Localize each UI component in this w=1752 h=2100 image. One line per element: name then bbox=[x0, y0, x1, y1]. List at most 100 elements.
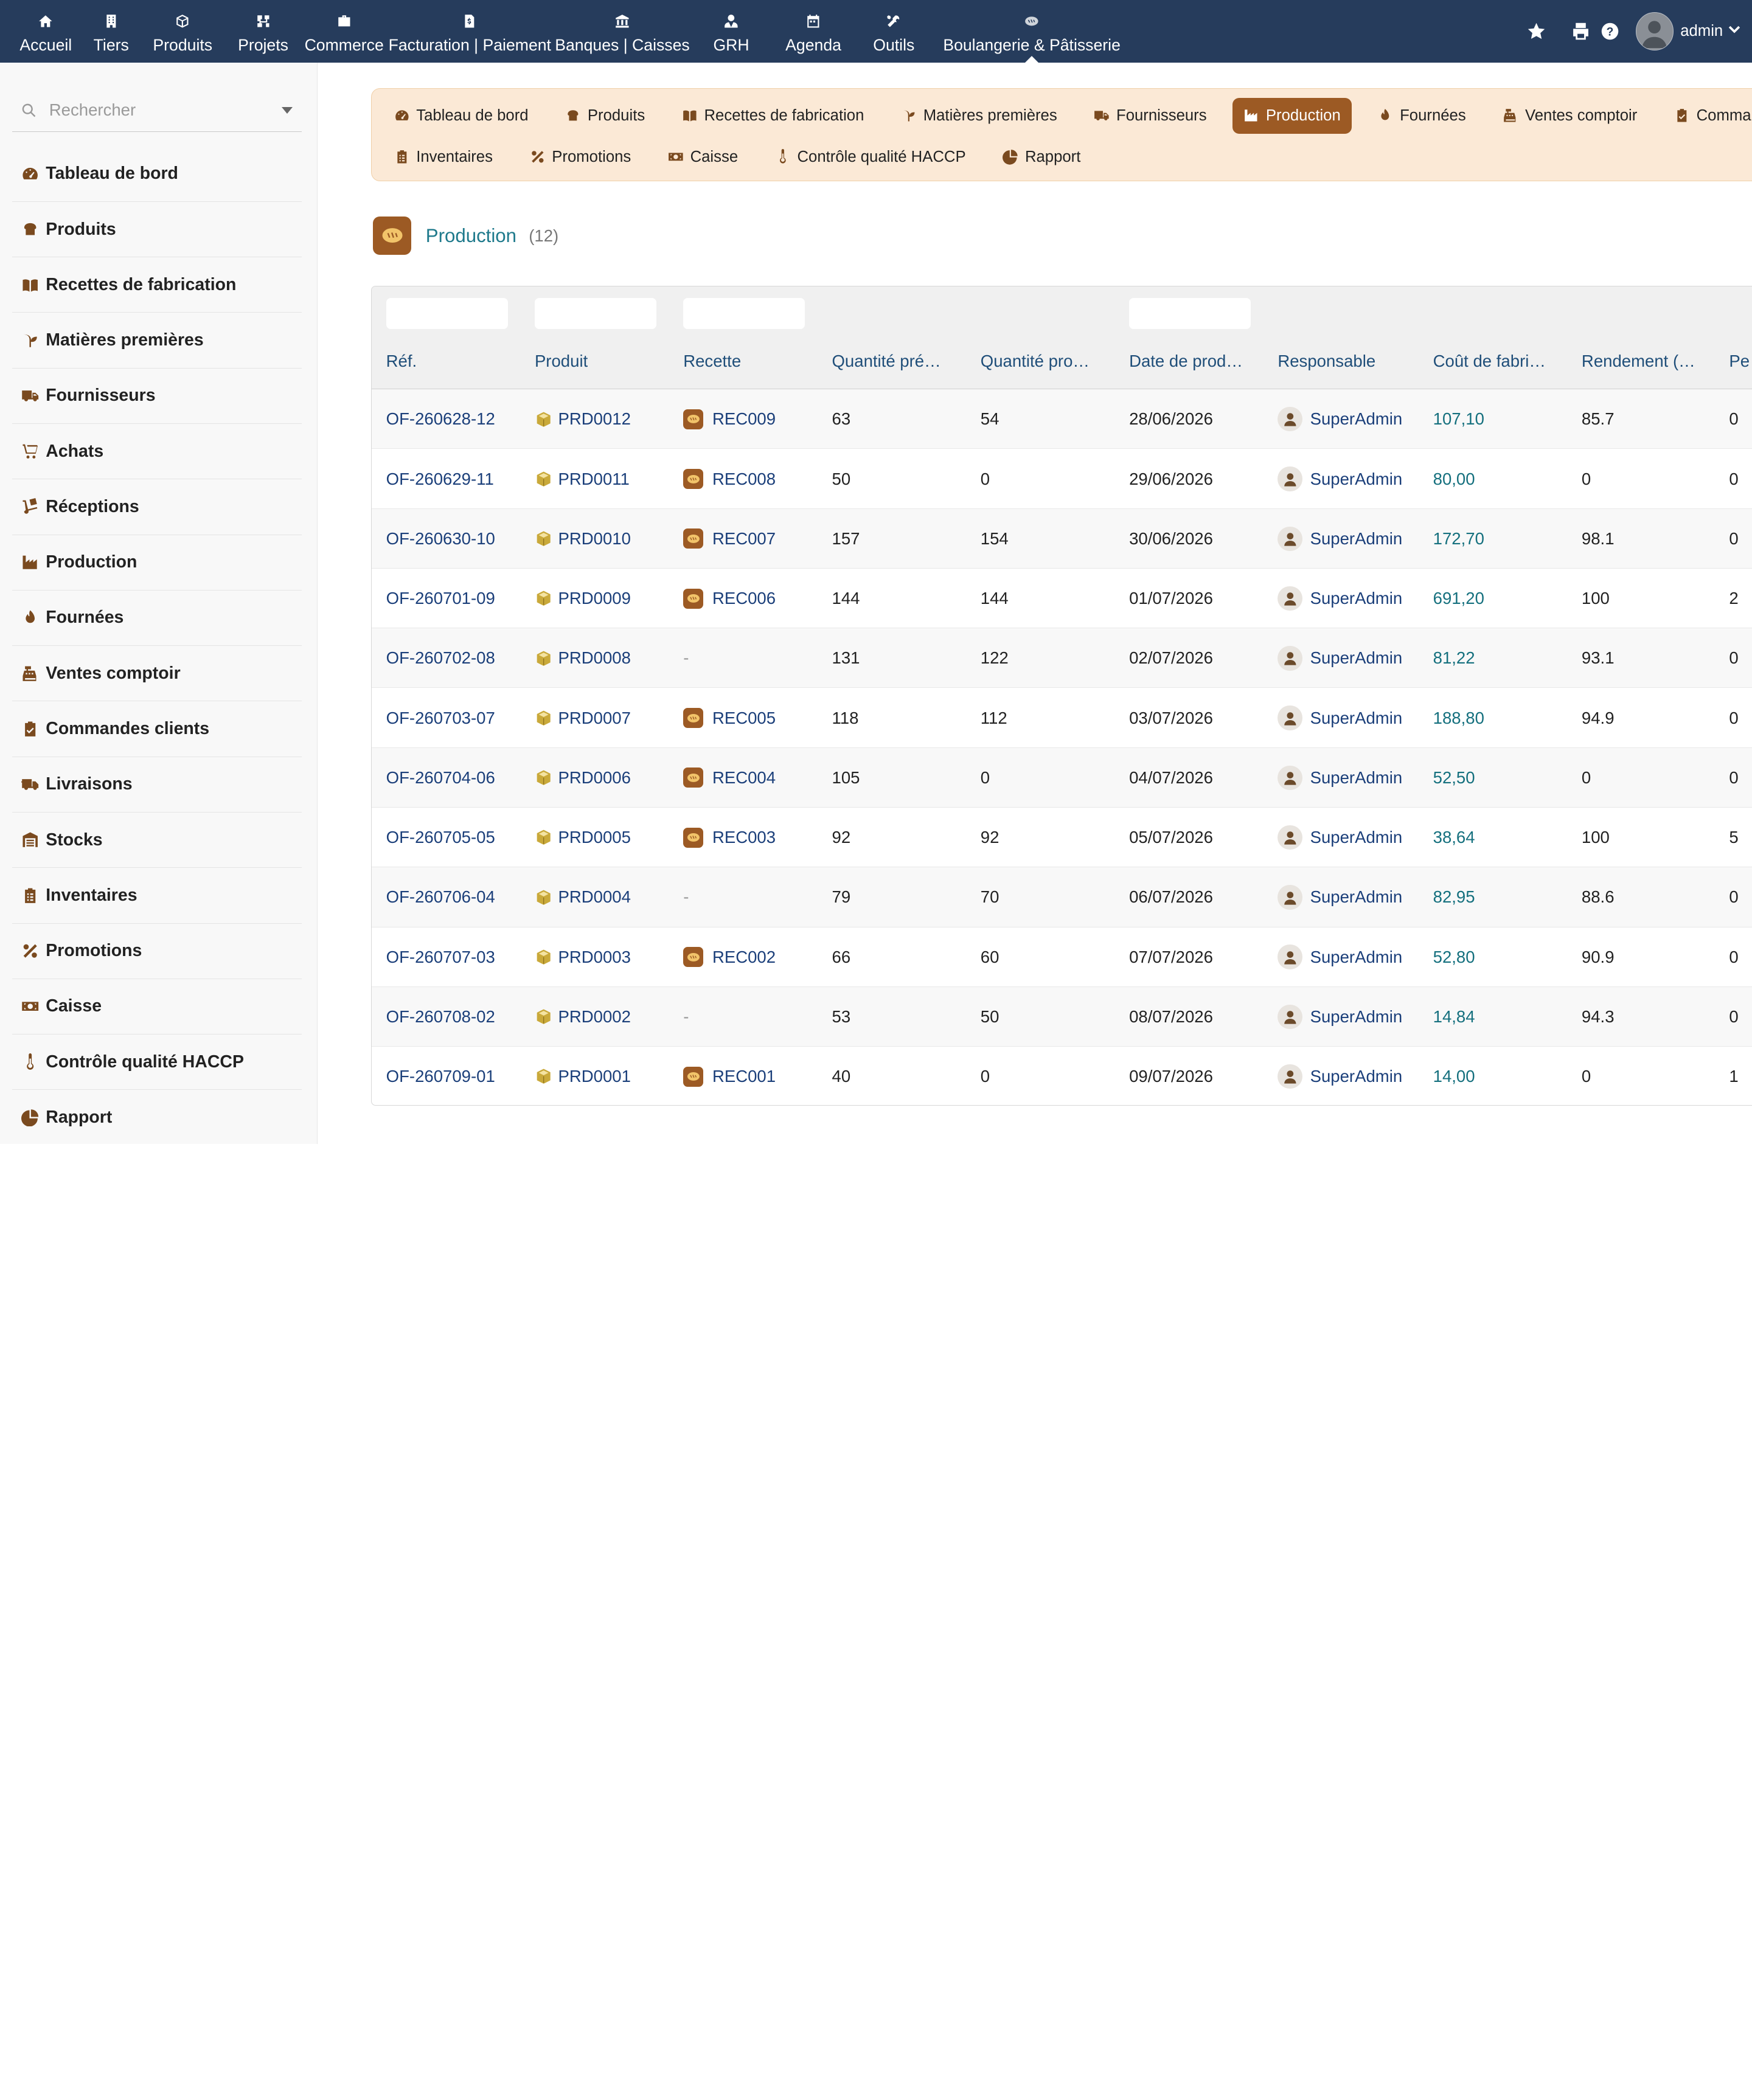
responsible-user-link[interactable]: SuperAdmin bbox=[1278, 389, 1402, 449]
product-link[interactable]: PRD0001 bbox=[535, 1047, 631, 1105]
product-link[interactable]: PRD0010 bbox=[535, 509, 631, 569]
tab-ventes-comptoir[interactable]: Ventes comptoir bbox=[1492, 98, 1649, 134]
recipe-link[interactable]: REC003 bbox=[683, 808, 776, 867]
column-header[interactable]: Date de prod… bbox=[1129, 352, 1243, 371]
table-row[interactable]: OF-260704-06 PRD0006 REC004 105 0 04/07/2026 S… bbox=[371, 747, 1752, 808]
responsible-user-link[interactable]: SuperAdmin bbox=[1278, 1047, 1402, 1105]
sidebar-item-ventes-comptoir[interactable]: Ventes comptoir bbox=[12, 646, 302, 702]
chevron-down-icon[interactable] bbox=[1728, 21, 1752, 41]
order-ref-link[interactable]: OF-260704-06 bbox=[386, 748, 495, 808]
column-header[interactable]: Pe bbox=[1729, 352, 1750, 371]
table-row[interactable]: OF-260630-10 PRD0010 REC007 157 154 30/06/202… bbox=[371, 508, 1752, 569]
table-row[interactable]: OF-260706-04 PRD0004 - 79 70 06/07/2026 SuperA… bbox=[371, 867, 1752, 927]
topnav-item-3[interactable]: Projets bbox=[222, 0, 304, 63]
topnav-item-2[interactable]: Produits bbox=[143, 0, 222, 63]
sidebar-item-mati-res-premi-res[interactable]: Matières premières bbox=[12, 313, 302, 369]
product-link[interactable]: PRD0011 bbox=[535, 449, 630, 508]
search-dropdown-caret[interactable] bbox=[282, 106, 293, 114]
topnav-item-9[interactable]: Outils bbox=[853, 0, 934, 63]
order-ref-link[interactable]: OF-260628-12 bbox=[386, 389, 495, 449]
topnav-item-0[interactable]: Accueil bbox=[12, 0, 79, 63]
order-ref-link[interactable]: OF-260709-01 bbox=[386, 1047, 495, 1105]
responsible-user-link[interactable]: SuperAdmin bbox=[1278, 628, 1402, 688]
filter-recipe-input[interactable] bbox=[683, 297, 805, 329]
sidebar-item-produits[interactable]: Produits bbox=[12, 202, 302, 258]
product-link[interactable]: PRD0008 bbox=[535, 628, 631, 688]
sidebar-item-tableau-de-bord[interactable]: Tableau de bord bbox=[12, 147, 302, 202]
sidebar-item-production[interactable]: Production bbox=[12, 535, 302, 591]
tab-promotions[interactable]: Promotions bbox=[518, 139, 642, 175]
sidebar-item-fournisseurs[interactable]: Fournisseurs bbox=[12, 369, 302, 424]
responsible-user-link[interactable]: SuperAdmin bbox=[1278, 987, 1402, 1047]
responsible-user-link[interactable]: SuperAdmin bbox=[1278, 569, 1402, 628]
responsible-user-link[interactable]: SuperAdmin bbox=[1278, 688, 1402, 747]
order-ref-link[interactable]: OF-260708-02 bbox=[386, 987, 495, 1047]
recipe-link[interactable]: REC006 bbox=[683, 569, 776, 628]
order-ref-link[interactable]: OF-260705-05 bbox=[386, 808, 495, 867]
tab-contr-le-qualit-haccp[interactable]: Contrôle qualité HACCP bbox=[763, 139, 977, 175]
column-header[interactable]: Réf. bbox=[386, 352, 417, 371]
product-link[interactable]: PRD0002 bbox=[535, 987, 631, 1047]
order-ref-link[interactable]: OF-260629-11 bbox=[386, 449, 494, 508]
tab-caisse[interactable]: Caisse bbox=[657, 139, 749, 175]
help-icon[interactable]: ? bbox=[1596, 0, 1625, 63]
responsible-user-link[interactable]: SuperAdmin bbox=[1278, 927, 1402, 987]
sidebar-item-recettes-de-fabrication[interactable]: Recettes de fabrication bbox=[12, 257, 302, 313]
tab-recettes-de-fabrication[interactable]: Recettes de fabrication bbox=[670, 98, 875, 134]
recipe-link[interactable]: REC009 bbox=[683, 389, 776, 449]
product-link[interactable]: PRD0007 bbox=[535, 688, 631, 747]
column-header[interactable]: Quantité pré… bbox=[832, 352, 941, 371]
sidebar-item-livraisons[interactable]: Livraisons bbox=[12, 757, 302, 813]
sidebar-item-rapport[interactable]: Rapport bbox=[12, 1090, 302, 1143]
tab-mati-res-premi-res[interactable]: Matières premières bbox=[890, 98, 1068, 134]
avatar[interactable] bbox=[1635, 12, 1674, 50]
recipe-link[interactable]: REC004 bbox=[683, 748, 776, 808]
table-row[interactable]: OF-260709-01 PRD0001 REC001 40 0 09/07/2026 Su… bbox=[372, 1047, 1752, 1105]
table-row[interactable]: OF-260705-05 PRD0005 REC003 92 92 05/07/2026 S… bbox=[371, 808, 1752, 868]
tab-rapport[interactable]: Rapport bbox=[992, 139, 1092, 175]
print-icon[interactable] bbox=[1566, 0, 1596, 63]
product-link[interactable]: PRD0005 bbox=[535, 808, 631, 867]
tab-fourn-es[interactable]: Fournées bbox=[1366, 98, 1477, 134]
bookmark-star-icon[interactable] bbox=[1521, 0, 1551, 63]
topnav-item-1[interactable]: Tiers bbox=[79, 0, 143, 63]
topnav-item-4[interactable]: Commerce bbox=[304, 0, 384, 63]
order-ref-link[interactable]: OF-260702-08 bbox=[386, 628, 495, 688]
product-link[interactable]: PRD0004 bbox=[535, 867, 631, 927]
recipe-link[interactable]: REC005 bbox=[683, 688, 776, 747]
responsible-user-link[interactable]: SuperAdmin bbox=[1278, 808, 1402, 867]
sidebar-item-commandes-clients[interactable]: Commandes clients bbox=[12, 701, 302, 757]
topnav-item-6[interactable]: Banques | Caisses bbox=[555, 0, 690, 63]
table-row[interactable]: OF-260702-08 PRD0008 - 131 122 02/07/2026 Supe… bbox=[371, 628, 1752, 688]
responsible-user-link[interactable]: SuperAdmin bbox=[1278, 449, 1402, 508]
order-ref-link[interactable]: OF-260630-10 bbox=[386, 509, 495, 569]
table-row[interactable]: OF-260708-02 PRD0002 - 53 50 08/07/2026 SuperA… bbox=[371, 986, 1752, 1047]
recipe-link[interactable]: REC008 bbox=[683, 449, 776, 508]
column-header[interactable]: Produit bbox=[535, 352, 588, 371]
recipe-link[interactable]: REC001 bbox=[683, 1047, 776, 1105]
responsible-user-link[interactable]: SuperAdmin bbox=[1278, 509, 1402, 569]
sidebar-item-r-ceptions[interactable]: Réceptions bbox=[12, 479, 302, 535]
product-link[interactable]: PRD0012 bbox=[535, 389, 631, 449]
sidebar-item-inventaires[interactable]: Inventaires bbox=[12, 868, 302, 924]
tab-commandes[interactable]: Commandes bbox=[1663, 98, 1752, 134]
responsible-user-link[interactable]: SuperAdmin bbox=[1278, 867, 1402, 927]
username[interactable]: admin bbox=[1680, 23, 1723, 40]
product-link[interactable]: PRD0006 bbox=[535, 748, 631, 808]
column-header[interactable]: Responsable bbox=[1278, 352, 1375, 371]
topnav-item-7[interactable]: GRH bbox=[689, 0, 773, 63]
topnav-item-10[interactable]: Boulangerie & Pâtisserie bbox=[934, 0, 1129, 63]
column-header[interactable]: Recette bbox=[683, 352, 741, 371]
tab-inventaires[interactable]: Inventaires bbox=[383, 139, 504, 175]
sidebar-item-fourn-es[interactable]: Fournées bbox=[12, 591, 302, 646]
sidebar-item-promotions[interactable]: Promotions bbox=[12, 924, 302, 979]
search-input[interactable]: Rechercher bbox=[49, 100, 282, 120]
product-link[interactable]: PRD0003 bbox=[535, 927, 631, 987]
sidebar-item-achats[interactable]: Achats bbox=[12, 424, 302, 480]
order-ref-link[interactable]: OF-260707-03 bbox=[386, 927, 495, 987]
search-box[interactable]: Rechercher bbox=[12, 89, 302, 132]
tab-fournisseurs[interactable]: Fournisseurs bbox=[1083, 98, 1218, 134]
table-row[interactable]: OF-260703-07 PRD0007 REC005 118 112 03/07/202… bbox=[371, 688, 1752, 748]
tab-production[interactable]: Production bbox=[1232, 97, 1352, 134]
product-link[interactable]: PRD0009 bbox=[535, 569, 631, 628]
